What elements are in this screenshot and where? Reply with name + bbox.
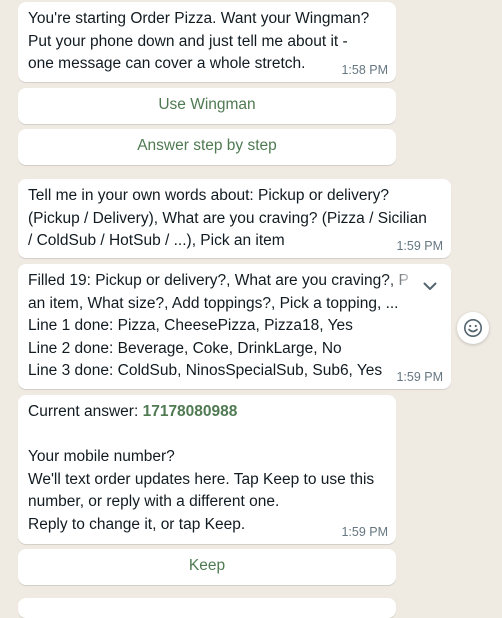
message-timestamp: 1:59 PM [396, 239, 443, 253]
current-answer-label: Current answer: [28, 403, 143, 420]
message-timestamp: 1:59 PM [396, 370, 443, 384]
keep-label: Keep [188, 557, 226, 574]
answer-step-by-step-label: Answer step by step [137, 137, 277, 154]
summary-line: Line 2 done: Beverage, Coke, DrinkLarge,… [28, 339, 342, 357]
use-wingman-button[interactable]: Use Wingman [18, 88, 396, 124]
text-fade [387, 274, 417, 298]
summary-message: Filled 19: Pickup or delivery?, What are… [18, 264, 451, 389]
prompt-message-text: Tell me in your own words about: Pickup … [28, 187, 427, 249]
intro-message-text: You're starting Order Pizza. Want your W… [28, 10, 370, 72]
answer-step-by-step-button[interactable]: Answer step by step [18, 129, 396, 165]
summary-line: Filled 19: Pickup or delivery?, What are… [28, 272, 408, 289]
summary-line: Line 1 done: Pizza, CheesePizza, Pizza18… [28, 317, 353, 334]
current-answer-line: Current answer: 17178080988 [28, 401, 386, 424]
use-wingman-label: Use Wingman [158, 96, 256, 113]
intro-message: You're starting Order Pizza. Want your W… [18, 2, 396, 82]
question-body: We'll text order updates here. Tap Keep … [28, 470, 375, 533]
message-timestamp: 1:59 PM [341, 525, 388, 539]
message-timestamp: 1:58 PM [341, 63, 388, 77]
question-text: Your mobile number? [28, 448, 175, 465]
summary-line: an item, What size?, Add toppings?, Pick… [28, 294, 399, 312]
prompt-message: Tell me in your own words about: Pickup … [18, 179, 451, 258]
current-answer-value: 17178080988 [142, 403, 238, 420]
expand-chevron-down-icon[interactable] [417, 274, 443, 298]
emoji-reaction-button[interactable] [457, 312, 489, 344]
summary-line: Line 3 done: ColdSub, NinosSpecialSub, S… [28, 362, 383, 379]
smiley-icon [464, 319, 482, 337]
current-answer-message: Current answer: 17178080988 Your mobile … [18, 395, 396, 544]
keep-button[interactable]: Keep [18, 549, 396, 585]
next-message-edge [18, 598, 396, 618]
